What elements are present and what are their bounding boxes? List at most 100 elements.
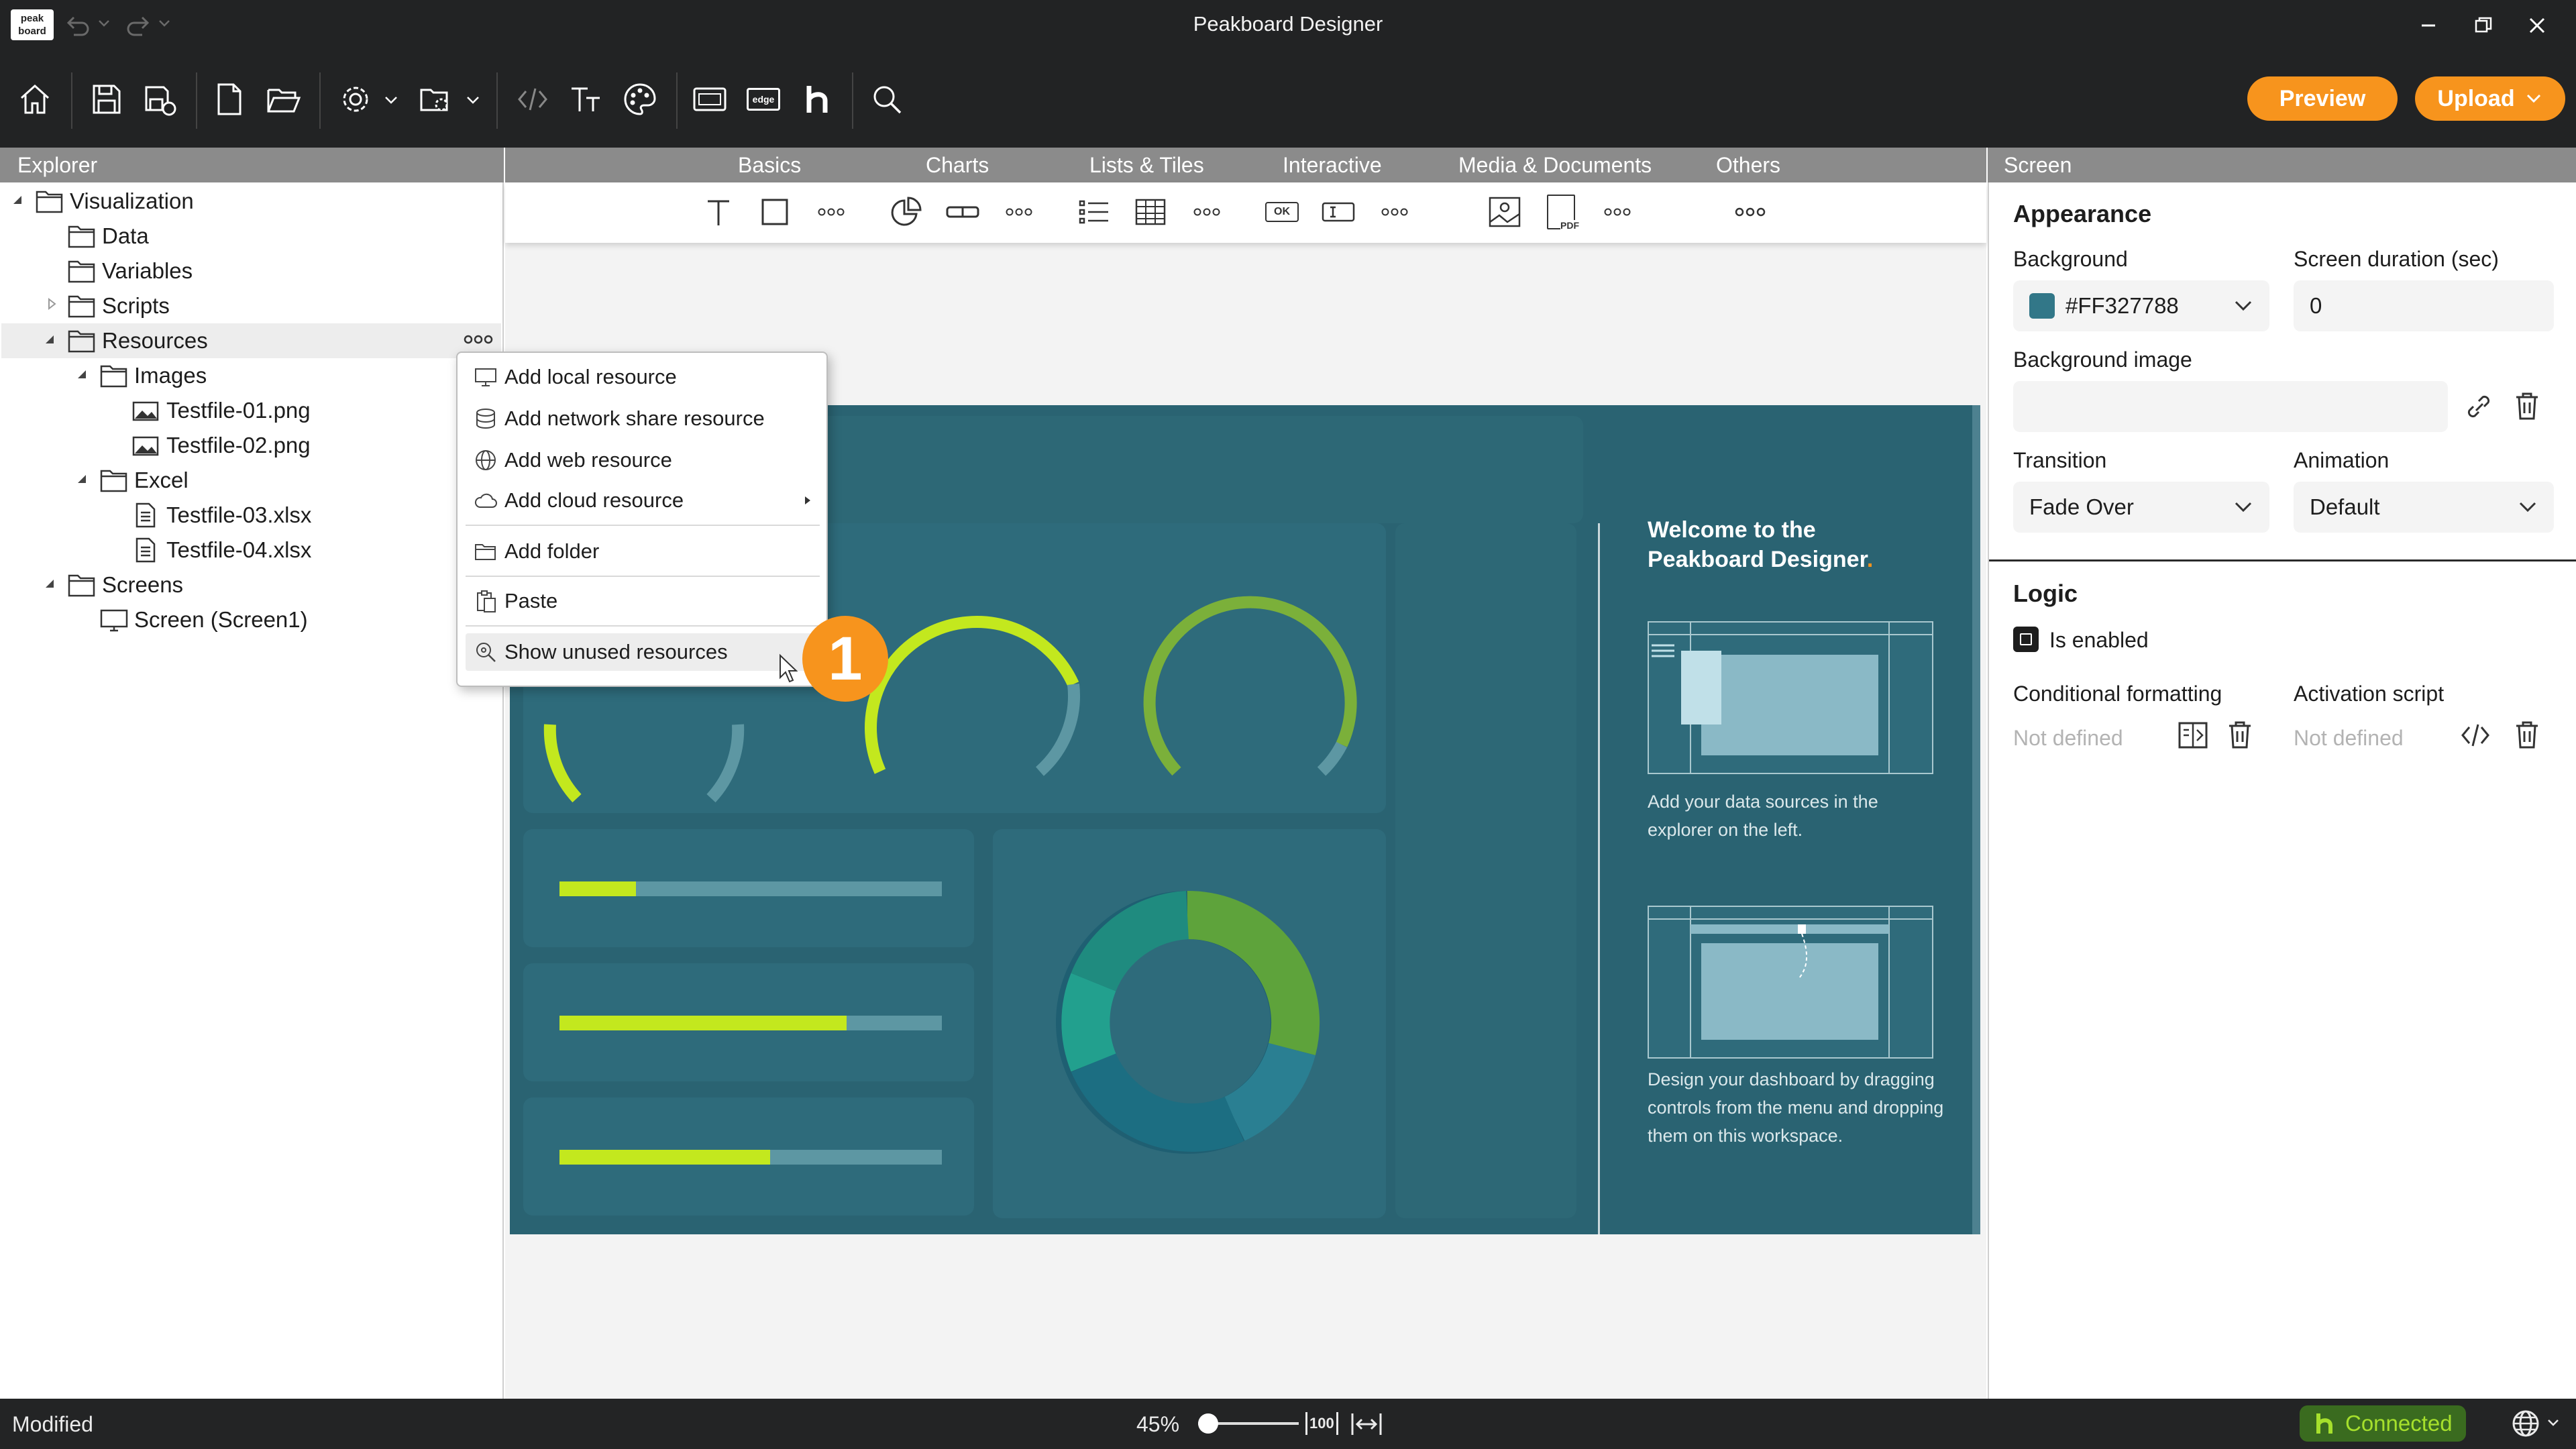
document-file-icon bbox=[136, 502, 156, 528]
tree-item-screens[interactable]: Screens bbox=[67, 568, 183, 602]
expanded-caret-icon[interactable] bbox=[9, 192, 24, 207]
link-icon[interactable] bbox=[2463, 392, 2495, 421]
edge-icon[interactable]: edge bbox=[742, 78, 785, 121]
button-control-icon[interactable]: OK bbox=[1262, 192, 1302, 232]
tree-item-testfile-04[interactable]: Testfile-04.xlsx bbox=[131, 533, 311, 568]
tree-item-label: Excel bbox=[134, 468, 189, 492]
tab-charts[interactable]: Charts bbox=[926, 148, 989, 182]
more-basics-icon[interactable] bbox=[811, 192, 851, 232]
palette-icon[interactable] bbox=[619, 78, 661, 121]
tree-item-label: Visualization bbox=[70, 189, 194, 213]
gauge-3 bbox=[1143, 596, 1357, 776]
tab-interactive[interactable]: Interactive bbox=[1283, 148, 1382, 182]
folder-icon bbox=[100, 470, 127, 492]
folder-icon bbox=[100, 365, 127, 388]
restore-button[interactable] bbox=[2470, 12, 2497, 39]
collapsed-caret-icon[interactable] bbox=[44, 297, 59, 311]
more-lists-icon[interactable] bbox=[1187, 192, 1227, 232]
tree-item-scripts[interactable]: Scripts bbox=[67, 288, 170, 323]
peakboard-box-icon[interactable] bbox=[688, 78, 731, 121]
conditional-formatting-delete-icon[interactable] bbox=[2225, 719, 2255, 750]
tree-item-variables[interactable]: Variables bbox=[67, 254, 193, 288]
settings-gear-icon[interactable] bbox=[334, 78, 377, 121]
activation-script-delete-icon[interactable] bbox=[2512, 719, 2542, 750]
minimize-button[interactable] bbox=[2415, 12, 2442, 39]
more-options-icon[interactable] bbox=[463, 333, 494, 346]
menu-paste[interactable]: Paste bbox=[466, 582, 820, 620]
tree-item-resources[interactable]: Resources bbox=[67, 323, 208, 358]
menu-add-folder[interactable]: Add folder bbox=[466, 533, 820, 570]
activation-script-code-icon[interactable] bbox=[2459, 719, 2492, 751]
tree-item-visualization[interactable]: Visualization bbox=[35, 184, 194, 219]
conditional-formatting-edit-icon[interactable] bbox=[2177, 719, 2209, 751]
home-button[interactable] bbox=[13, 78, 56, 121]
more-interactive-icon[interactable] bbox=[1375, 192, 1415, 232]
progress-fill-2 bbox=[559, 1016, 847, 1030]
tree-item-images[interactable]: Images bbox=[99, 358, 207, 393]
save-as-button[interactable] bbox=[138, 78, 181, 121]
text-control-icon[interactable] bbox=[698, 192, 739, 232]
list-control-icon[interactable] bbox=[1074, 192, 1114, 232]
more-others-icon[interactable] bbox=[1730, 192, 1770, 232]
menu-add-network-share-resource[interactable]: Add network share resource bbox=[466, 400, 820, 437]
tree-item-testfile-02[interactable]: Testfile-02.png bbox=[131, 428, 311, 463]
menu-add-web-resource[interactable]: Add web resource bbox=[466, 441, 820, 479]
upload-button[interactable]: Upload bbox=[2415, 76, 2565, 121]
fit-width-icon[interactable] bbox=[1350, 1409, 1383, 1439]
connected-badge[interactable]: Connected bbox=[2300, 1405, 2466, 1442]
preview-button[interactable]: Preview bbox=[2247, 76, 2398, 121]
more-media-icon[interactable] bbox=[1597, 192, 1638, 232]
tree-item-excel[interactable]: Excel bbox=[99, 463, 189, 498]
settings-dropdown-icon[interactable] bbox=[384, 93, 398, 107]
hub-icon bbox=[2316, 1413, 2332, 1434]
background-color-dropdown[interactable]: #FF327788 bbox=[2013, 280, 2269, 331]
search-icon[interactable] bbox=[865, 78, 908, 121]
menu-add-local-resource[interactable]: Add local resource bbox=[466, 358, 820, 396]
close-button[interactable] bbox=[2524, 12, 2551, 39]
project-settings-icon[interactable] bbox=[415, 78, 458, 121]
menu-add-cloud-resource[interactable]: Add cloud resource bbox=[466, 482, 820, 519]
table-control-icon[interactable] bbox=[1130, 192, 1171, 232]
is-enabled-checkbox[interactable] bbox=[2013, 627, 2039, 652]
new-file-button[interactable] bbox=[208, 78, 251, 121]
search-icon bbox=[476, 643, 496, 662]
expanded-caret-icon[interactable] bbox=[74, 366, 89, 381]
progress-bar-icon[interactable] bbox=[943, 192, 983, 232]
shape-control-icon[interactable] bbox=[755, 192, 795, 232]
tab-basics[interactable]: Basics bbox=[738, 148, 801, 182]
zoom-100-button[interactable]: 100 bbox=[1305, 1408, 1338, 1439]
language-dropdown-icon[interactable] bbox=[2546, 1417, 2560, 1428]
save-button[interactable] bbox=[85, 78, 127, 121]
language-globe-icon[interactable] bbox=[2510, 1408, 2542, 1439]
background-image-input[interactable] bbox=[2013, 381, 2448, 432]
transition-dropdown[interactable]: Fade Over bbox=[2013, 482, 2269, 533]
tree-item-testfile-03[interactable]: Testfile-03.xlsx bbox=[131, 498, 311, 533]
screen-duration-input[interactable]: 0 bbox=[2294, 280, 2554, 331]
textbox-control-icon[interactable] bbox=[1318, 192, 1358, 232]
tree-item-data[interactable]: Data bbox=[67, 219, 149, 254]
expanded-caret-icon[interactable] bbox=[42, 576, 56, 590]
animation-dropdown[interactable]: Default bbox=[2294, 482, 2554, 533]
pdf-control-icon[interactable]: PDF bbox=[1541, 192, 1581, 232]
image-control-icon[interactable] bbox=[1485, 192, 1525, 232]
zoom-slider[interactable] bbox=[1198, 1413, 1299, 1434]
more-charts-icon[interactable] bbox=[999, 192, 1039, 232]
tab-others[interactable]: Others bbox=[1716, 148, 1780, 182]
code-icon[interactable] bbox=[511, 78, 554, 121]
pie-chart-icon[interactable] bbox=[886, 192, 926, 232]
tab-media-documents[interactable]: Media & Documents bbox=[1458, 148, 1652, 182]
menu-show-unused-resources[interactable]: Show unused resources bbox=[466, 633, 820, 671]
color-swatch bbox=[2029, 293, 2055, 319]
expanded-caret-icon[interactable] bbox=[74, 471, 89, 486]
tree-item-testfile-01[interactable]: Testfile-01.png bbox=[131, 393, 311, 428]
tree-item-screen1[interactable]: Screen (Screen1) bbox=[99, 602, 308, 637]
tree-item-label: Testfile-02.png bbox=[166, 433, 311, 458]
zoom-slider-thumb[interactable] bbox=[1198, 1413, 1218, 1434]
delete-image-icon[interactable] bbox=[2512, 390, 2542, 421]
expanded-caret-icon[interactable] bbox=[42, 331, 56, 346]
open-folder-button[interactable] bbox=[262, 78, 305, 121]
font-icon[interactable] bbox=[565, 78, 608, 121]
tab-lists-tiles[interactable]: Lists & Tiles bbox=[1089, 148, 1204, 182]
project-dropdown-icon[interactable] bbox=[466, 93, 480, 107]
hub-icon[interactable] bbox=[796, 78, 839, 121]
